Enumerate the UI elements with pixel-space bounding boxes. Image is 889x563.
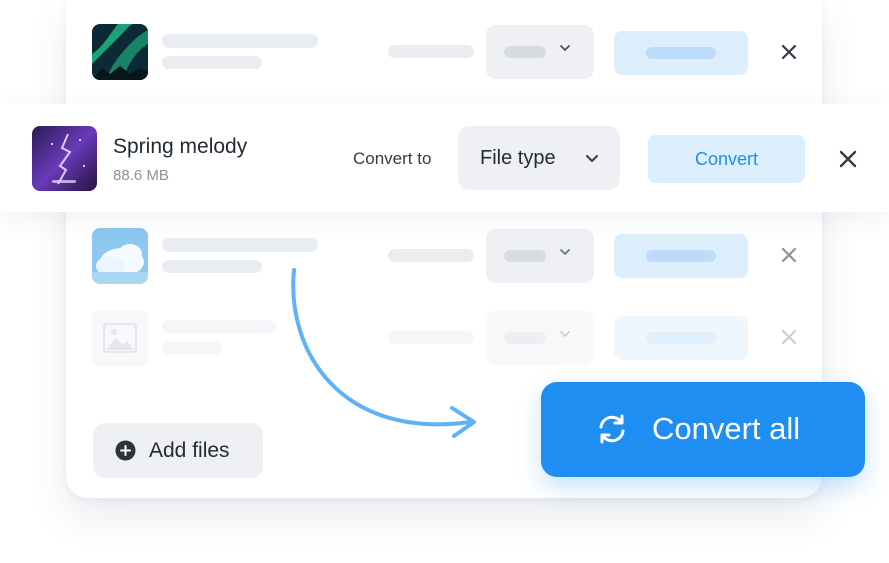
plus-circle-icon bbox=[115, 440, 136, 461]
file-name: Spring melody bbox=[113, 135, 248, 158]
placeholder-line bbox=[162, 342, 222, 354]
file-type-select-placeholder[interactable] bbox=[486, 229, 594, 283]
placeholder-line bbox=[504, 332, 546, 344]
placeholder-line bbox=[162, 34, 318, 48]
chevron-down-icon bbox=[560, 249, 570, 255]
placeholder-line bbox=[646, 332, 716, 344]
convert-button-placeholder[interactable] bbox=[614, 31, 748, 75]
file-row-aurora bbox=[66, 0, 822, 100]
refresh-icon bbox=[599, 414, 625, 444]
file-type-select-placeholder[interactable] bbox=[486, 311, 594, 365]
close-icon[interactable] bbox=[778, 41, 800, 63]
close-icon[interactable] bbox=[778, 326, 800, 348]
curved-arrow-icon bbox=[291, 268, 476, 438]
placeholder-line bbox=[646, 250, 716, 262]
file-size: 88.6 MB bbox=[113, 167, 169, 184]
convert-button-placeholder[interactable] bbox=[614, 316, 748, 360]
file-type-select[interactable]: File type bbox=[458, 126, 620, 190]
convert-button[interactable]: Convert bbox=[648, 135, 805, 183]
aurora-thumbnail bbox=[92, 24, 148, 80]
chevron-down-icon bbox=[560, 331, 570, 337]
convert-button-placeholder[interactable] bbox=[614, 234, 748, 278]
convert-all-button[interactable]: Convert all bbox=[541, 382, 865, 477]
chevron-down-icon bbox=[586, 155, 598, 162]
add-files-label: Add files bbox=[149, 439, 230, 462]
add-files-button[interactable]: Add files bbox=[93, 423, 263, 478]
placeholder-line bbox=[646, 47, 716, 59]
file-type-select-value: File type bbox=[480, 147, 556, 169]
file-type-select-placeholder[interactable] bbox=[486, 25, 594, 79]
clouds-thumbnail bbox=[92, 228, 148, 284]
placeholder-line bbox=[162, 260, 262, 273]
file-row-active: Spring melody 88.6 MB Convert to File ty… bbox=[0, 104, 889, 212]
placeholder-line bbox=[162, 56, 262, 69]
close-icon[interactable] bbox=[778, 244, 800, 266]
spring-melody-thumbnail bbox=[32, 126, 97, 191]
convert-all-label: Convert all bbox=[652, 411, 801, 446]
placeholder-line bbox=[504, 46, 546, 58]
close-icon[interactable] bbox=[837, 148, 859, 170]
chevron-down-icon bbox=[560, 45, 570, 51]
convert-to-label: Convert to bbox=[353, 149, 432, 168]
placeholder-line bbox=[162, 238, 318, 252]
placeholder-line bbox=[388, 45, 474, 58]
placeholder-line bbox=[162, 320, 276, 333]
image-placeholder-icon bbox=[92, 310, 148, 366]
placeholder-line bbox=[504, 250, 546, 262]
